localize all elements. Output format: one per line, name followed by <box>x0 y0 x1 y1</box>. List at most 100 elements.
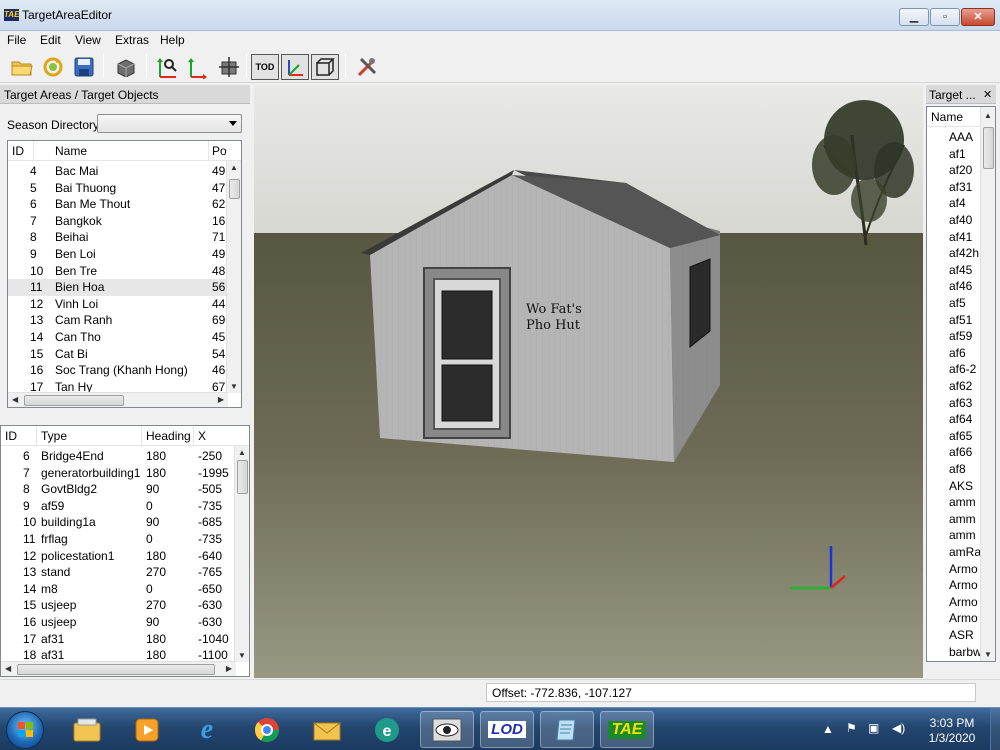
table-row[interactable]: 9 af59 0 -735 <box>1 498 235 515</box>
list-item[interactable]: af66 <box>949 445 972 459</box>
find-object-icon[interactable] <box>155 54 181 80</box>
objects-hscroll-thumb[interactable] <box>17 664 215 675</box>
areas-horizontal-scrollbar[interactable]: ◀ ▶ <box>8 392 228 407</box>
open-folder-icon[interactable] <box>9 54 35 80</box>
list-item[interactable]: Armo <box>949 595 978 609</box>
tod-button[interactable]: TOD <box>251 54 279 80</box>
names-scroll-thumb[interactable] <box>983 127 994 169</box>
3d-viewport[interactable]: Wo Fat's Pho Hut <box>254 85 923 678</box>
table-row[interactable]: 6 Bridge4End 180 -250 <box>1 448 235 465</box>
chrome-icon[interactable] <box>240 711 294 748</box>
objects-horizontal-scrollbar[interactable]: ◀ ▶ <box>1 661 236 676</box>
list-item[interactable]: Armo <box>949 611 978 625</box>
table-row[interactable]: 17 af31 180 -1040 <box>1 631 235 648</box>
menu-file[interactable]: File <box>7 33 26 47</box>
menu-edit[interactable]: Edit <box>40 33 61 47</box>
table-row[interactable]: 13 stand 270 -765 <box>1 564 235 581</box>
objects-vertical-scrollbar[interactable]: ▲ ▼ <box>234 446 249 662</box>
list-item[interactable]: af42h <box>949 246 979 260</box>
list-item[interactable]: barbw <box>949 645 982 659</box>
list-item[interactable]: af59 <box>949 329 972 343</box>
list-item[interactable]: 13 Cam Ranh 69 <box>8 312 228 329</box>
list-item[interactable]: 14 Can Tho 45 <box>8 329 228 346</box>
list-item[interactable]: 4 Bac Mai 49 <box>8 163 228 180</box>
eset-icon[interactable]: e <box>360 711 414 748</box>
clock[interactable]: 3:03 PM 1/3/2020 <box>924 716 980 746</box>
list-item[interactable]: amm <box>949 495 976 509</box>
notepad-icon[interactable] <box>540 711 594 748</box>
list-item[interactable]: af41 <box>949 230 972 244</box>
list-item[interactable]: af62 <box>949 379 972 393</box>
list-item[interactable]: 16 Soc Trang (Khanh Hong) 46 <box>8 362 228 379</box>
list-item[interactable]: af65 <box>949 429 972 443</box>
mail-icon[interactable] <box>300 711 354 748</box>
areas-scroll-thumb[interactable] <box>229 179 240 199</box>
column-header-po[interactable]: Po <box>212 144 227 158</box>
move-axes-icon[interactable] <box>185 54 211 80</box>
list-item[interactable]: af8 <box>949 462 966 476</box>
list-item[interactable]: af4 <box>949 196 966 210</box>
list-item[interactable]: 6 Ban Me Thout 62 <box>8 196 228 213</box>
refresh-icon[interactable] <box>40 54 66 80</box>
list-item[interactable]: af64 <box>949 412 972 426</box>
target-areas-list[interactable]: ID Name Po 4 Bac Mai 49 5 Bai Thuong 47 6 Ban M… <box>7 140 242 408</box>
list-item[interactable]: 15 Cat Bi 54 <box>8 346 228 363</box>
cube-icon[interactable] <box>113 54 139 80</box>
tae-icon[interactable]: TAE <box>600 711 654 748</box>
table-row[interactable]: 11 frflag 0 -735 <box>1 531 235 548</box>
show-desktop-button[interactable] <box>990 708 1000 750</box>
list-item[interactable]: amm <box>949 528 976 542</box>
close-icon[interactable]: ✕ <box>983 88 992 101</box>
box-toggle-icon[interactable] <box>311 54 339 80</box>
list-item[interactable]: 12 Vinh Loi 44 <box>8 296 228 313</box>
list-item[interactable]: af6-2 <box>949 362 976 376</box>
list-item[interactable]: af31 <box>949 180 972 194</box>
list-item[interactable]: 9 Ben Loi 49 <box>8 246 228 263</box>
list-item[interactable]: af6 <box>949 346 966 360</box>
target-objects-list[interactable]: ID Type Heading X 6 Bridge4End 180 -250 7 gen… <box>0 425 250 677</box>
close-button[interactable]: ✕ <box>961 8 995 26</box>
column-header-heading[interactable]: Heading <box>146 429 191 443</box>
table-row[interactable]: 14 m8 0 -650 <box>1 581 235 598</box>
areas-hscroll-thumb[interactable] <box>24 395 124 406</box>
list-item[interactable]: Armo <box>949 578 978 592</box>
list-item[interactable]: Armo <box>949 562 978 576</box>
ie-icon[interactable]: e <box>180 711 234 748</box>
list-item[interactable]: af5 <box>949 296 966 310</box>
volume-icon[interactable]: ◀) <box>892 721 905 735</box>
tools-icon[interactable] <box>354 54 380 80</box>
table-row[interactable]: 16 usjeep 90 -630 <box>1 614 235 631</box>
menu-help[interactable]: Help <box>160 33 185 47</box>
objects-scroll-thumb[interactable] <box>237 460 248 494</box>
menu-extras[interactable]: Extras <box>115 33 149 47</box>
table-row[interactable]: 15 usjeep 270 -630 <box>1 597 235 614</box>
list-item[interactable]: 8 Beihai 71 <box>8 229 228 246</box>
list-item[interactable]: af20 <box>949 163 972 177</box>
list-item[interactable]: af63 <box>949 396 972 410</box>
table-row[interactable]: 10 building1a 90 -685 <box>1 514 235 531</box>
eye-icon[interactable] <box>420 711 474 748</box>
list-item[interactable]: 10 Ben Tre 48 <box>8 263 228 280</box>
explorer-icon[interactable] <box>60 711 114 748</box>
target-names-list[interactable]: Name AAA af1 af20 af31 af4 af40 af41 af42h af45 a… <box>926 106 996 662</box>
maximize-button[interactable]: ▫ <box>930 8 960 26</box>
axes-toggle-icon[interactable] <box>281 54 309 80</box>
list-item[interactable]: amm <box>949 512 976 526</box>
column-header-type[interactable]: Type <box>41 429 67 443</box>
list-item[interactable]: ASR <box>949 628 974 642</box>
list-item[interactable]: af45 <box>949 263 972 277</box>
column-header-id[interactable]: ID <box>12 144 24 158</box>
list-item[interactable]: af40 <box>949 213 972 227</box>
list-item[interactable]: af46 <box>949 279 972 293</box>
list-item[interactable]: af51 <box>949 313 972 327</box>
areas-vertical-scrollbar[interactable]: ▲ ▼ <box>226 161 241 393</box>
table-row[interactable]: 12 policestation1 180 -640 <box>1 548 235 565</box>
chevron-up-icon[interactable]: ▲ <box>822 722 834 736</box>
list-item[interactable]: af1 <box>949 147 966 161</box>
season-directory-select[interactable] <box>97 114 242 133</box>
list-item[interactable]: AAA <box>949 130 973 144</box>
lod-icon[interactable]: LOD <box>480 711 534 748</box>
save-icon[interactable] <box>71 54 97 80</box>
table-row[interactable]: 7 generatorbuilding1 180 -1995 <box>1 465 235 482</box>
list-item[interactable]: amRa <box>949 545 981 559</box>
